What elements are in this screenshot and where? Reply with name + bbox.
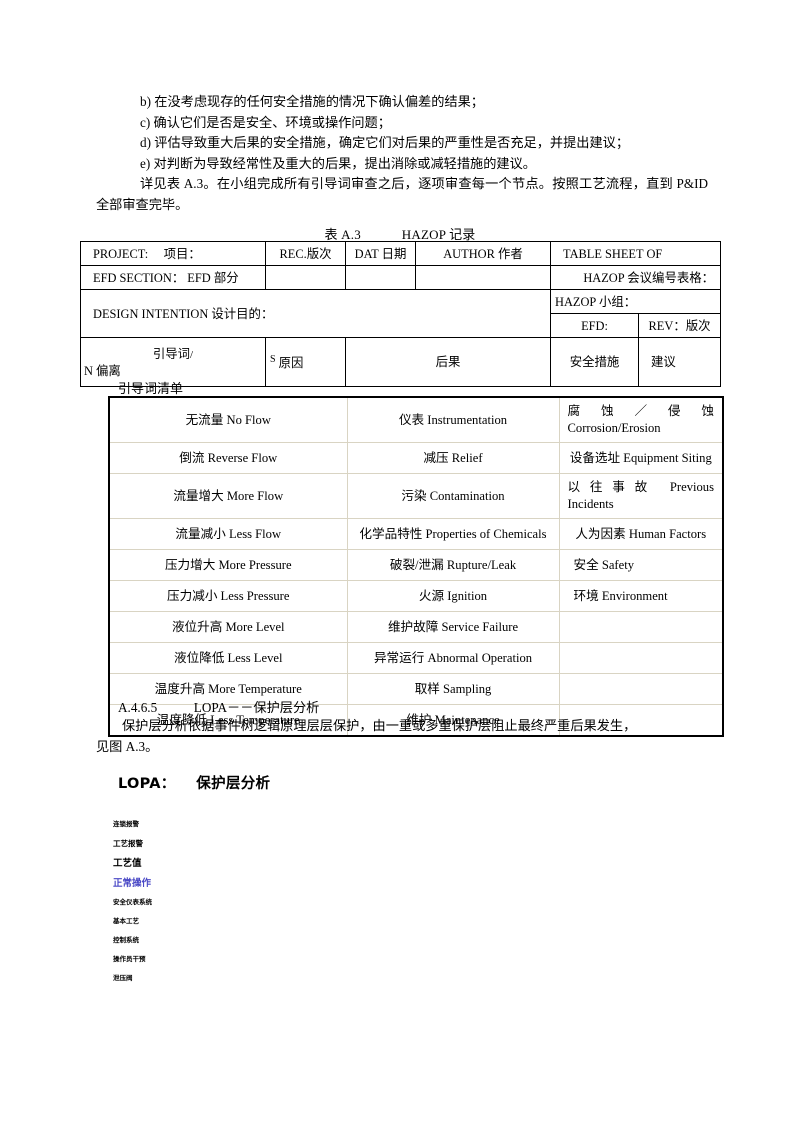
guideword-deviation-cell: 压力增大 More Pressure: [108, 549, 348, 581]
cell-rec-header: REC.版次: [265, 241, 346, 266]
lopa-body-line-1: 保护层分析依据事件树逻辑原理层层保护，由一重或多重保护层阻止最终严重后果发生，: [122, 718, 637, 733]
table-row: 液位升高 More Level 维护故障 Service Failure: [108, 611, 724, 643]
table-row: 无流量 No Flow 仪表 Instrumentation 腐蚀／侵蚀Corr…: [108, 396, 724, 443]
guideword-cause-cell: 污染 Contamination: [346, 473, 560, 519]
lopa-body-line-2: 见图 A.3。: [96, 738, 159, 754]
guideword-topic-cell: 设备选址 Equipment Siting: [558, 442, 724, 474]
layer-label-process-value: 工艺值: [113, 858, 142, 869]
guideword-deviation-cell: 无流量 No Flow: [108, 396, 348, 443]
hazop-record-table: PROJECT: 项目： REC.版次 DAT 日期 AUTHOR 作者 TAB…: [80, 241, 722, 387]
guideword-cause-cell: 仪表 Instrumentation: [346, 396, 560, 443]
layer-label-relief-valve: 泄压阀: [113, 974, 133, 982]
guideword-topic-cell: [558, 673, 724, 705]
guide-word-table: 无流量 No Flow 仪表 Instrumentation 腐蚀／侵蚀Corr…: [108, 396, 724, 737]
cell-author-value[interactable]: [415, 265, 551, 290]
intro-paragraph-block: b) 在没考虑现存的任何安全措施的情况下确认偏差的结果； c) 确认它们是否是安…: [96, 92, 708, 216]
cell-project: PROJECT: 项目：: [80, 241, 266, 266]
cell-efd-section: EFD SECTION： EFD 部分: [80, 265, 266, 290]
table-row: DESIGN INTENTION 设计目的： HAZOP 小组：: [80, 289, 722, 338]
cell-author-header: AUTHOR 作者: [415, 241, 551, 266]
table-row: 液位降低 Less Level 异常运行 Abnormal Operation: [108, 642, 724, 674]
document-page: b) 在没考虑现存的任何安全措施的情况下确认偏差的结果； c) 确认它们是否是安…: [0, 0, 794, 1123]
lopa-figure-title: LOPA： 保护层分析: [118, 772, 270, 793]
guideword-topic-cell: [558, 642, 724, 674]
cause-label: 原因: [278, 356, 304, 371]
layer-label-process-alarm: 工艺报警: [113, 839, 143, 848]
guideword-deviation-cell: 压力减小 Less Pressure: [108, 580, 348, 612]
layer-label-operator-intervention: 操作员干预: [113, 955, 146, 963]
guideword-deviation-cell: 倒流 Reverse Flow: [108, 442, 348, 474]
guideword-cause-cell: 减压 Relief: [346, 442, 560, 474]
layer-label-safety-instrumented-system: 安全仪表系统: [113, 898, 152, 906]
guideword-cause-cell: 火源 Ignition: [346, 580, 560, 612]
guideword-deviation-cell: 流量减小 Less Flow: [108, 518, 348, 550]
guideword-topic-cell: 环境 Environment: [558, 580, 724, 612]
table-row: 压力增大 More Pressure 破裂/泄漏 Rupture/Leak 安全…: [108, 549, 724, 581]
guideword-deviation-cell: 流量增大 More Flow: [108, 473, 348, 519]
table-row: 倒流 Reverse Flow 减压 Relief 设备选址 Equipment…: [108, 442, 724, 474]
layer-label-normal-operation: 正常操作: [113, 877, 152, 889]
guideword-cause-cell: 异常运行 Abnormal Operation: [346, 642, 560, 674]
guideword-cause-cell: 维护故障 Service Failure: [346, 611, 560, 643]
cell-rec-value[interactable]: [265, 265, 346, 290]
table-row: 压力减小 Less Pressure 火源 Ignition 环境 Enviro…: [108, 580, 724, 612]
guideword-topic-cell: 以往事故 Previous Incidents: [558, 473, 724, 519]
guide-word-table-body: 无流量 No Flow 仪表 Instrumentation 腐蚀／侵蚀Corr…: [108, 396, 724, 737]
table-row: EFD SECTION： EFD 部分 HAZOP 会议编号表格：: [80, 265, 722, 290]
lopa-clause-title: LOPA－－保护层分析: [193, 700, 320, 715]
layer-label-interlock-alarm: 连锁报警: [113, 820, 139, 828]
lopa-clause-heading: A.4.6.5 LOPA－－保护层分析: [118, 697, 319, 716]
cell-cause: S 原因: [265, 337, 346, 387]
layer-label-basic-process: 基本工艺: [113, 917, 139, 925]
table-row: PROJECT: 项目： REC.版次 DAT 日期 AUTHOR 作者 TAB…: [80, 241, 722, 266]
cause-superscript: S: [270, 354, 276, 366]
cell-hazop-meeting-number: HAZOP 会议编号表格：: [549, 265, 722, 290]
lopa-figure-title-en: LOPA：: [118, 776, 176, 792]
cell-efd-label: EFD:: [550, 313, 639, 338]
cell-hazop-team: HAZOP 小组：: [549, 289, 722, 314]
lopa-clause-number: A.4.6.5: [118, 700, 158, 715]
cell-dat-value[interactable]: [345, 265, 416, 290]
cell-design-intention: DESIGN INTENTION 设计目的：: [80, 289, 551, 338]
cell-consequence: 后果: [345, 337, 551, 387]
lopa-figure-title-cn: 保护层分析: [196, 776, 271, 792]
guideword-line1: 引导词/: [152, 346, 194, 361]
cell-dat-header: DAT 日期: [345, 241, 416, 266]
cell-rev-label: REV：版次: [637, 313, 722, 338]
list-item: c) 确认它们是否是安全、环境或操作问题；: [140, 114, 391, 130]
list-item: d) 评估导致重大后果的安全措施，确定它们对后果的严重性是否充足，并提出建议；: [140, 135, 630, 151]
guideword-cause-cell: 取样 Sampling: [346, 673, 560, 705]
guideword-topic-cell: [558, 611, 724, 643]
guideword-deviation-cell: 液位升高 More Level: [108, 611, 348, 643]
guideword-deviation-cell: 液位降低 Less Level: [108, 642, 348, 674]
cell-safeguard: 安全措施: [550, 337, 639, 387]
cell-recommendation: 建议: [637, 337, 722, 387]
guideword-cause-cell: 化学品特性 Properties of Chemicals: [346, 518, 560, 550]
intro-body-paragraph: 详见表 A.3。在小组完成所有引导词审查之后，逐项审查每一个节点。按照工艺流程，…: [96, 176, 708, 212]
hazop-caption-title: HAZOP 记录: [401, 227, 476, 242]
lopa-body-text: 保护层分析依据事件树逻辑原理层层保护，由一重或多重保护层阻止最终严重后果发生， …: [96, 716, 708, 757]
hazop-caption-label: 表 A.3: [324, 227, 361, 242]
guide-word-list-label: 引导词清单: [118, 381, 184, 396]
guideword-topic-cell: 安全 Safety: [558, 549, 724, 581]
table-row: 流量增大 More Flow 污染 Contamination 以往事故 Pre…: [108, 473, 724, 519]
cell-table-sheet-of: TABLE SHEET OF: [549, 241, 722, 266]
guideword-topic-cell: 人为因素 Human Factors: [558, 518, 724, 550]
layer-label-control-system: 控制系统: [113, 936, 139, 944]
list-item: b) 在没考虑现存的任何安全措施的情况下确认偏差的结果；: [140, 94, 484, 109]
list-item: e) 对判断为导致经常性及重大的后果，提出消除或减轻措施的建议。: [140, 155, 536, 171]
table-row: 流量减小 Less Flow 化学品特性 Properties of Chemi…: [108, 518, 724, 550]
lopa-layer-label-list: 连锁报警 工艺报警 工艺值 正常操作 安全仪表系统 基本工艺 控制系统 操作员干…: [113, 821, 253, 994]
guideword-cause-cell: 破裂/泄漏 Rupture/Leak: [346, 549, 560, 581]
guideword-topic-cell: 腐蚀／侵蚀Corrosion/Erosion: [558, 396, 724, 443]
guideword-line2: N 偏离: [84, 363, 121, 378]
